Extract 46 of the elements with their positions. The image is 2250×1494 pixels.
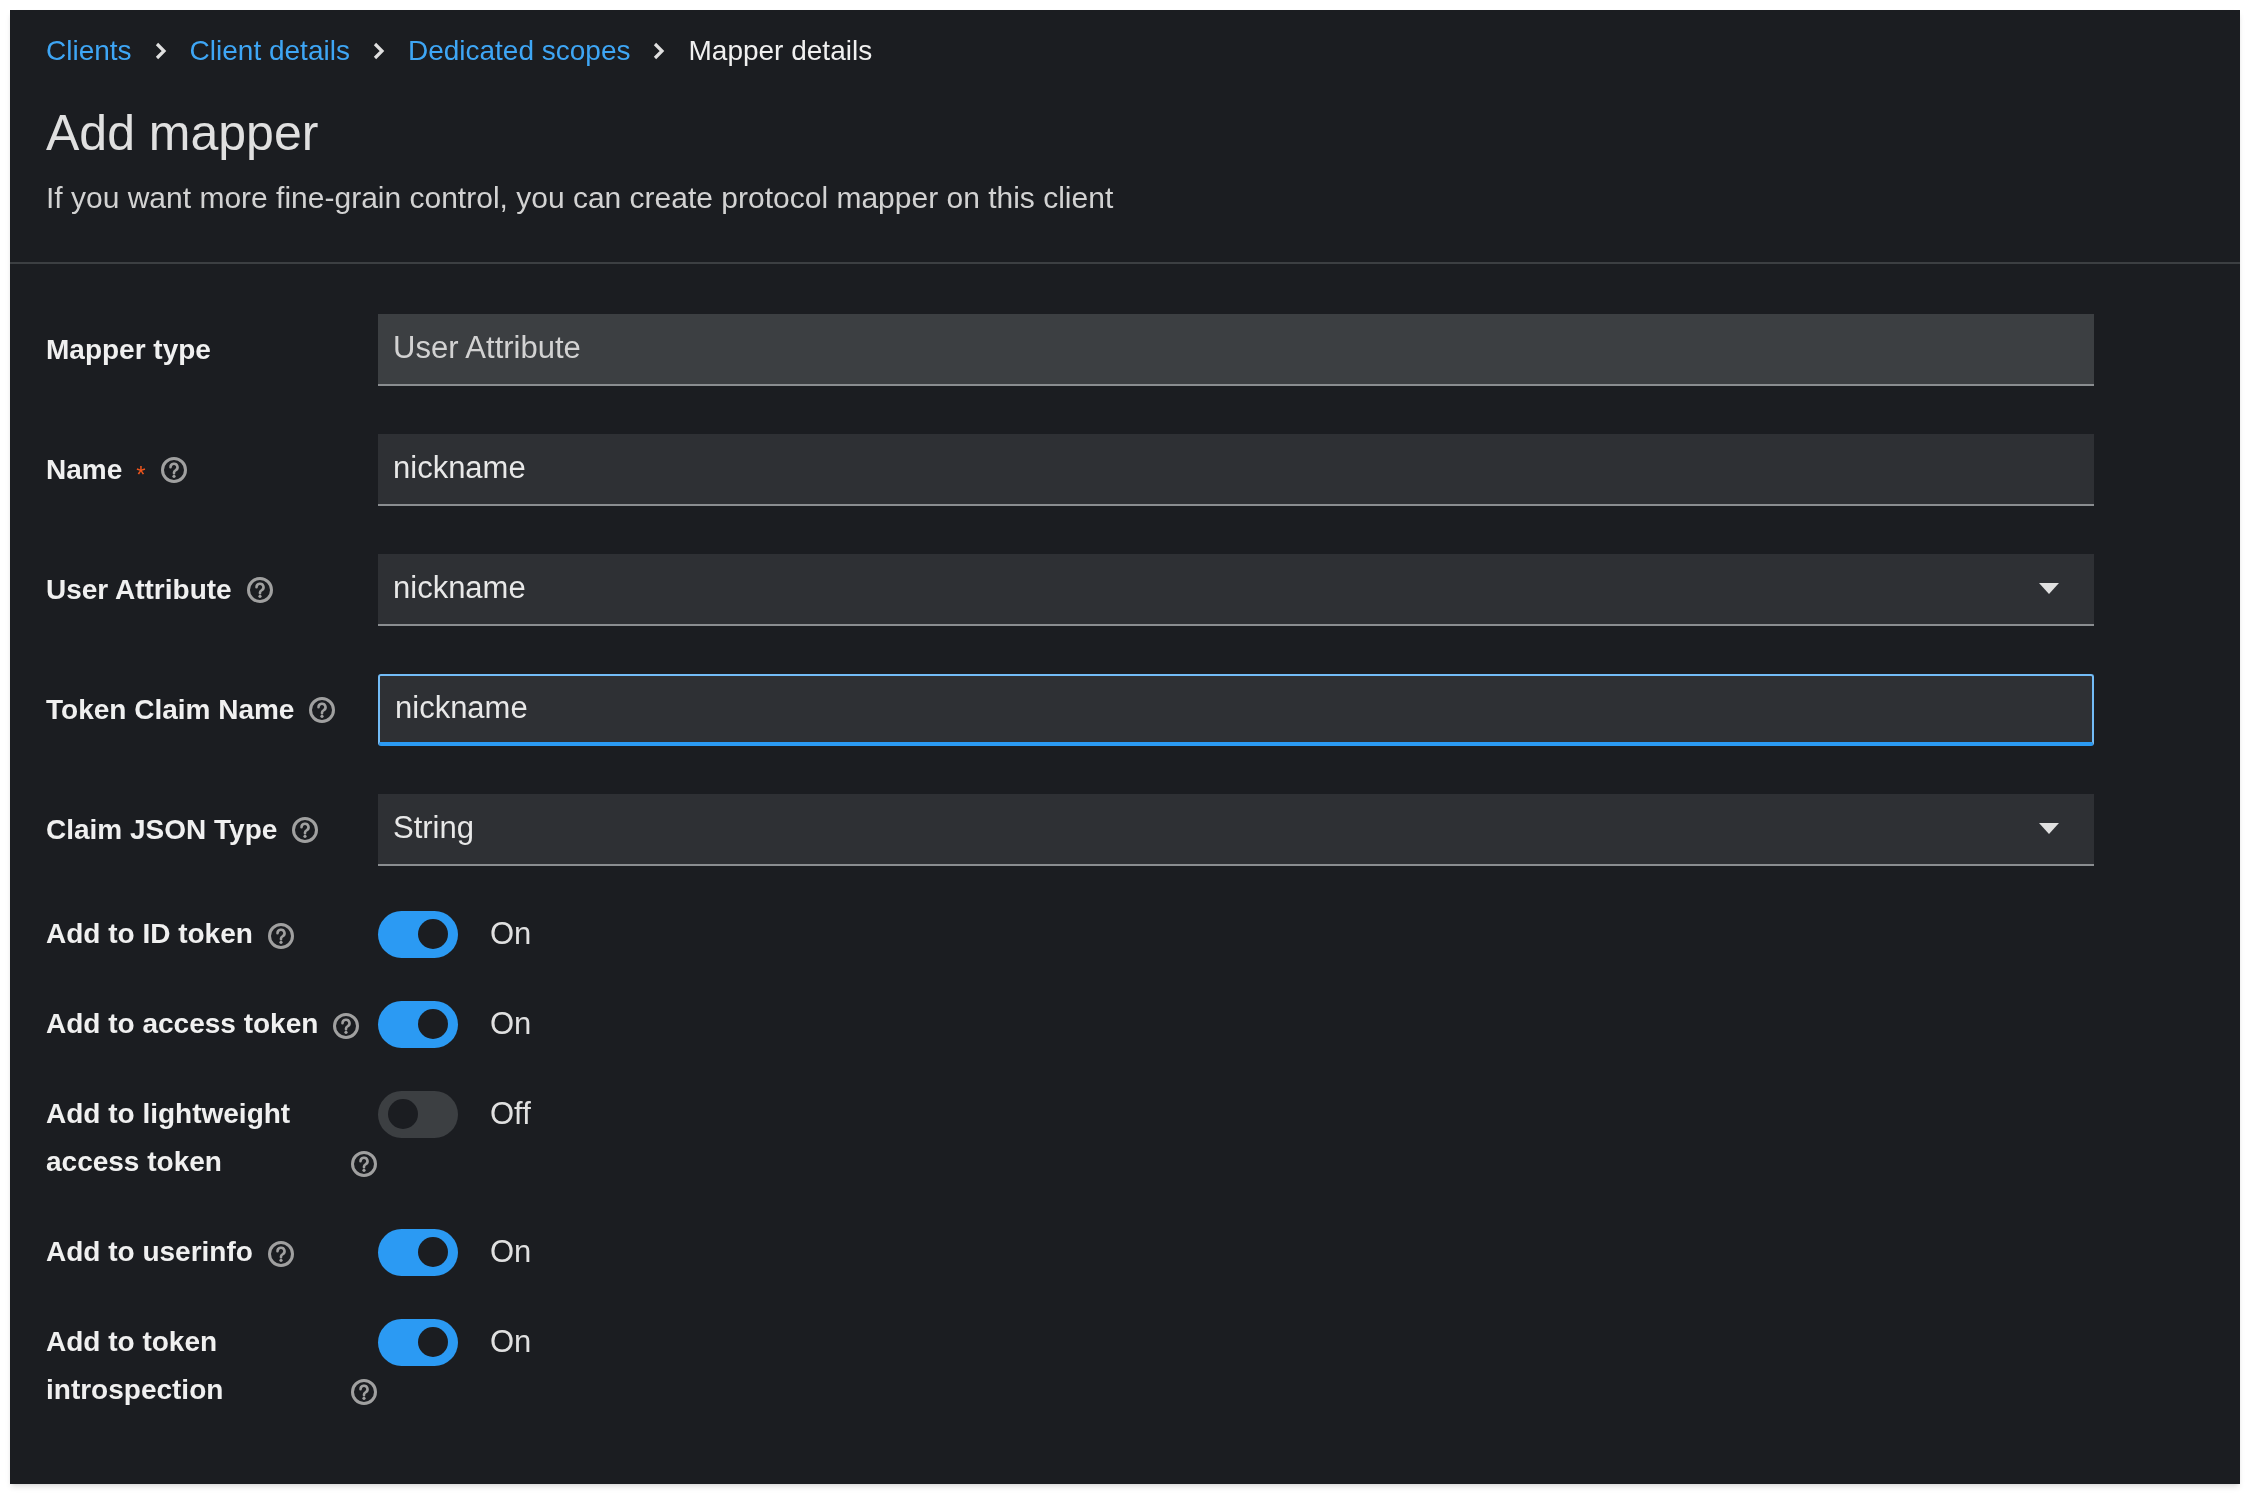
required-asterisk: * [136,459,146,490]
help-icon[interactable] [332,1011,361,1040]
text-input-field[interactable]: nickname [378,433,2094,506]
select-dropdown[interactable]: nickname [378,553,2094,626]
chevron-right-icon [153,41,168,61]
chevron-right-icon [652,41,667,61]
toggle-state-text: On [490,1232,532,1271]
breadcrumb-link[interactable]: Dedicated scopes [407,30,631,72]
toggle-switch[interactable] [378,1090,458,1138]
field-label: Token Claim Name [46,692,295,727]
help-icon[interactable] [266,921,295,950]
toggle-label: Add to token introspection [46,1324,225,1407]
help-icon[interactable] [308,695,337,724]
text-input-field[interactable]: nickname [378,673,2094,746]
toggle-label: Add to ID token [46,916,253,951]
chevron-right-icon [371,41,386,61]
page-title: Add mapper [46,104,320,163]
help-icon[interactable] [245,575,274,604]
help-icon[interactable] [350,1377,378,1406]
field-label: Claim JSON Type [46,812,278,847]
toggle-switch[interactable] [378,1318,458,1366]
toggle-state-text: On [490,1322,532,1361]
toggle-label: Add to access token [46,1006,319,1041]
toggle-label: Add to userinfo [46,1234,253,1269]
help-icon[interactable] [291,815,320,844]
breadcrumb-link[interactable]: Clients [46,30,132,72]
breadcrumb-link[interactable]: Client details [189,30,350,72]
text-input-field[interactable]: User Attribute [378,313,2094,386]
field-label: Name [46,452,123,487]
toggle-switch[interactable] [378,910,458,958]
field-label: Mapper type [46,332,211,367]
breadcrumb-current: Mapper details [688,34,873,68]
toggle-switch[interactable] [378,1228,458,1276]
toggle-state-text: Off [490,1094,531,1133]
field-label: User Attribute [46,572,232,607]
help-icon[interactable] [266,1239,295,1268]
select-dropdown[interactable]: String [378,793,2094,866]
help-icon[interactable] [350,1149,378,1178]
toggle-state-text: On [490,914,532,953]
toggle-switch[interactable] [378,1000,458,1048]
toggle-label: Add to lightweight access token [46,1096,292,1179]
page-description: If you want more fine-grain control, you can create protocol mapper on this client [46,179,1115,216]
caret-down-icon [2039,822,2059,835]
toggle-state-text: On [490,1004,532,1043]
help-icon[interactable] [159,455,188,484]
caret-down-icon [2039,582,2059,595]
